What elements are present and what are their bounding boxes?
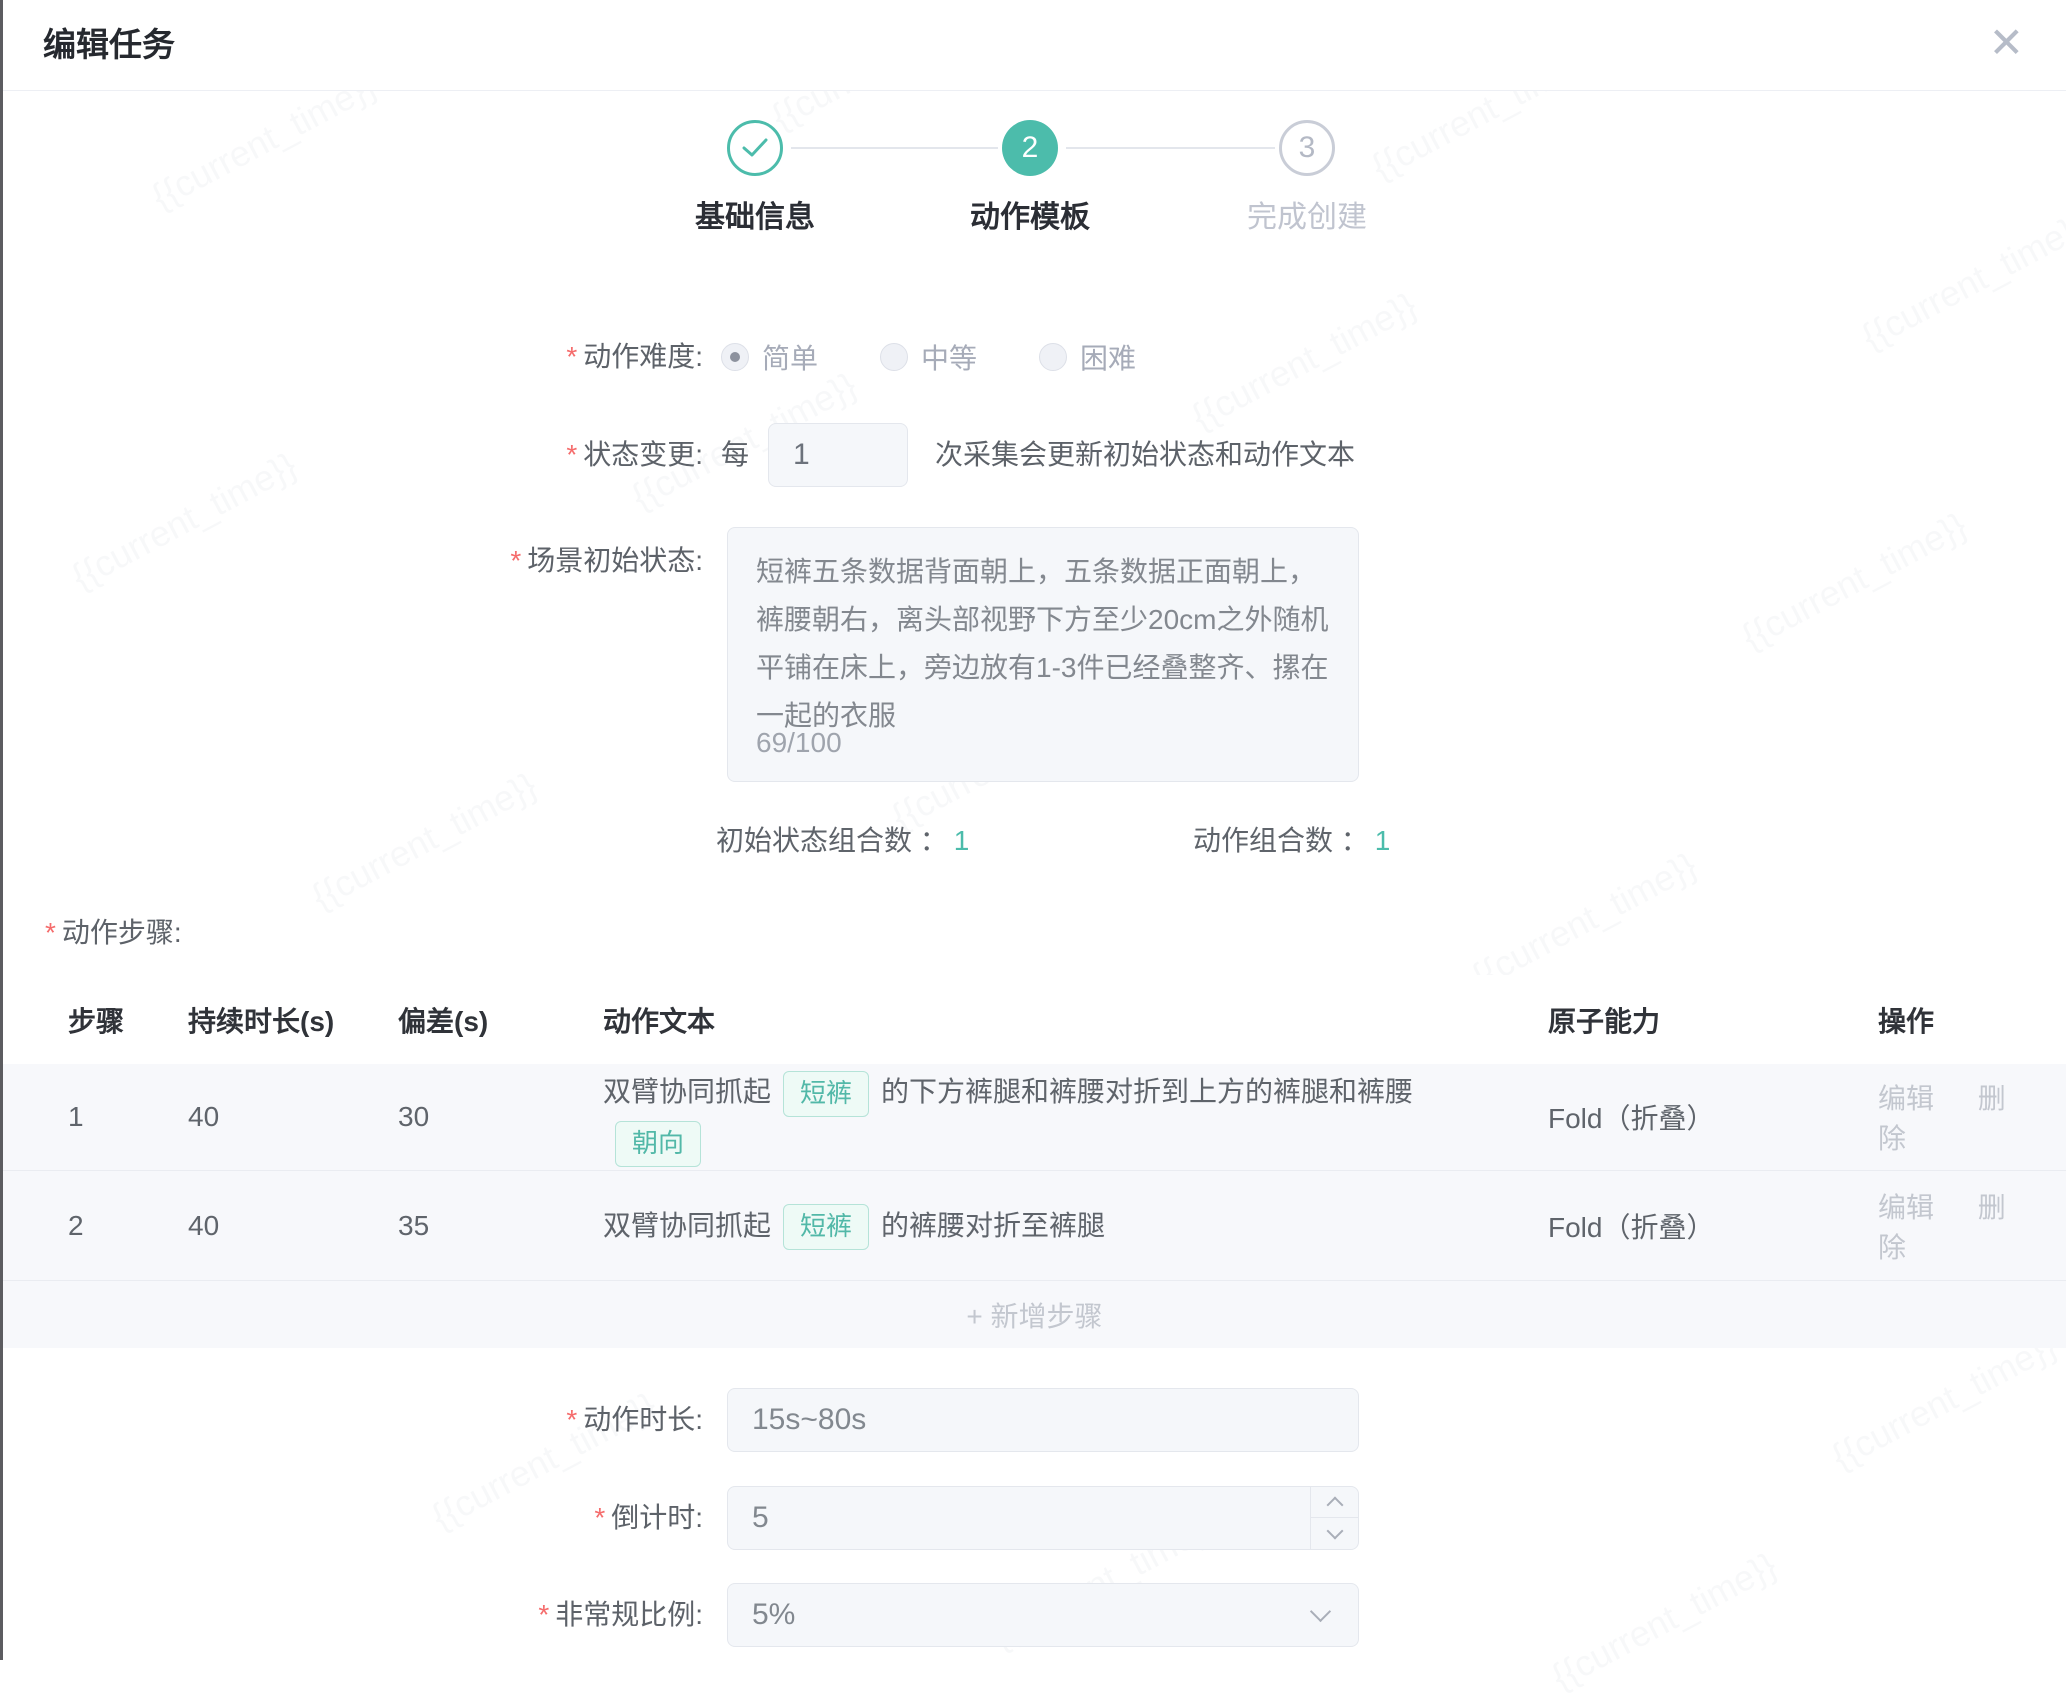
- cell-step: 1: [68, 1101, 188, 1133]
- cell-operations: 编辑 删除: [1878, 1077, 2066, 1157]
- step-indicator-1: [727, 120, 783, 176]
- action-combo-count: 动作组合数 ：1: [1193, 819, 1390, 863]
- stepper-up-button[interactable]: [1311, 1487, 1358, 1518]
- watermark-text: {{current_time}}: [1855, 204, 2066, 358]
- radio-difficulty-medium[interactable]: 中等: [880, 337, 977, 377]
- step-label-finish-create: 完成创建: [1177, 192, 1437, 236]
- cell-atomic-ability: Fold（折叠）: [1548, 1206, 1878, 1246]
- check-icon: [742, 138, 768, 158]
- required-mark: *: [566, 439, 577, 470]
- initial-combo-value: 1: [954, 825, 970, 856]
- chevron-down-icon: [1310, 1601, 1331, 1622]
- initial-state-combo-count: 初始状态组合数 ：1: [716, 819, 969, 863]
- keyword-tag: 朝向: [615, 1121, 701, 1167]
- state-change-suffix: 次采集会更新初始状态和动作文本: [935, 423, 1355, 487]
- action-duration-input[interactable]: 15s~80s: [727, 1388, 1359, 1452]
- required-mark: *: [538, 1599, 549, 1630]
- action-duration-label: *动作时长:: [43, 1388, 703, 1452]
- countdown-label: *倒计时:: [43, 1486, 703, 1550]
- state-change-input[interactable]: 1: [768, 423, 908, 487]
- col-header-operations: 操作: [1878, 1000, 2066, 1040]
- countdown-input[interactable]: 5: [727, 1486, 1359, 1550]
- col-header-atomic-ability: 原子能力: [1548, 1000, 1878, 1040]
- scene-initial-textarea[interactable]: 短裤五条数据背面朝上，五条数据正面朝上，裤腰朝右，离头部视野下方至少20cm之外…: [727, 527, 1359, 782]
- step-label-basic-info: 基础信息: [625, 192, 885, 236]
- required-mark: *: [566, 1404, 577, 1435]
- step-number: 2: [1022, 131, 1039, 165]
- close-icon[interactable]: ✕: [1989, 22, 2024, 64]
- unusual-ratio-select[interactable]: 5%: [727, 1583, 1359, 1647]
- chevron-down-icon: [1326, 1522, 1343, 1539]
- keyword-tag: 短裤: [783, 1071, 869, 1117]
- stepper-connector: [1066, 147, 1275, 149]
- difficulty-label: *动作难度:: [43, 337, 703, 377]
- table-row: 1 40 30 双臂协同抓起短裤的下方裤腿和裤腰对折到上方的裤腿和裤腰朝向 Fo…: [3, 1064, 2066, 1171]
- step-label-action-template: 动作模板: [900, 192, 1160, 236]
- edit-button[interactable]: 编辑: [1878, 1083, 1934, 1114]
- chevron-up-icon: [1326, 1497, 1343, 1514]
- dialog-header: 编辑任务 ✕: [3, 0, 2066, 91]
- step-indicator-3: 3: [1279, 120, 1335, 176]
- step-indicator-2: 2: [1002, 120, 1058, 176]
- unusual-ratio-label: *非常规比例:: [43, 1583, 703, 1647]
- unusual-ratio-value: 5%: [752, 1598, 795, 1631]
- radio-icon: [880, 343, 908, 371]
- action-combo-value: 1: [1375, 825, 1391, 856]
- col-header-step: 步骤: [68, 1000, 188, 1040]
- col-header-duration: 持续时长(s): [188, 1000, 398, 1040]
- state-change-prefix: 每: [721, 423, 749, 487]
- difficulty-radio-group: 简单 中等 困难: [721, 337, 1198, 377]
- screen-left-edge: [0, 0, 3, 1660]
- state-change-label: *状态变更:: [43, 423, 703, 487]
- radio-difficulty-easy[interactable]: 简单: [721, 337, 818, 377]
- add-step-button[interactable]: + 新增步骤: [3, 1281, 2066, 1348]
- stepper-down-button[interactable]: [1311, 1518, 1358, 1549]
- cell-deviation: 30: [398, 1101, 603, 1133]
- countdown-value: 5: [752, 1501, 769, 1534]
- keyword-tag: 短裤: [783, 1204, 869, 1250]
- cell-duration: 40: [188, 1101, 398, 1133]
- cell-operations: 编辑 删除: [1878, 1186, 2066, 1266]
- dialog-title: 编辑任务: [43, 0, 175, 90]
- action-steps-label: *动作步骤:: [45, 913, 182, 953]
- cell-atomic-ability: Fold（折叠）: [1548, 1097, 1878, 1137]
- char-counter: 69/100: [756, 719, 842, 767]
- radio-icon: [721, 343, 749, 371]
- edit-button[interactable]: 编辑: [1878, 1192, 1934, 1223]
- radio-difficulty-hard[interactable]: 困难: [1039, 337, 1136, 377]
- required-mark: *: [510, 545, 521, 576]
- stepper-connector: [791, 147, 998, 149]
- steps-table-header: 步骤 持续时长(s) 偏差(s) 动作文本 原子能力 操作: [3, 975, 2066, 1064]
- scene-initial-text: 短裤五条数据背面朝上，五条数据正面朝上，裤腰朝右，离头部视野下方至少20cm之外…: [756, 556, 1328, 731]
- col-header-action-text: 动作文本: [603, 1000, 1548, 1040]
- cell-action-text: 双臂协同抓起短裤的下方裤腿和裤腰对折到上方的裤腿和裤腰朝向: [603, 1067, 1548, 1167]
- number-stepper: [1310, 1487, 1358, 1549]
- table-row: 2 40 35 双臂协同抓起短裤的裤腰对折至裤腿 Fold（折叠） 编辑 删除: [3, 1171, 2066, 1281]
- radio-icon: [1039, 343, 1067, 371]
- step-number: 3: [1299, 131, 1316, 165]
- required-mark: *: [594, 1502, 605, 1533]
- cell-action-text: 双臂协同抓起短裤的裤腰对折至裤腿: [603, 1201, 1548, 1251]
- cell-step: 2: [68, 1210, 188, 1242]
- col-header-deviation: 偏差(s): [398, 1000, 603, 1040]
- cell-deviation: 35: [398, 1210, 603, 1242]
- required-mark: *: [566, 341, 577, 372]
- required-mark: *: [45, 917, 56, 948]
- scene-initial-label: *场景初始状态:: [43, 541, 703, 581]
- cell-duration: 40: [188, 1210, 398, 1242]
